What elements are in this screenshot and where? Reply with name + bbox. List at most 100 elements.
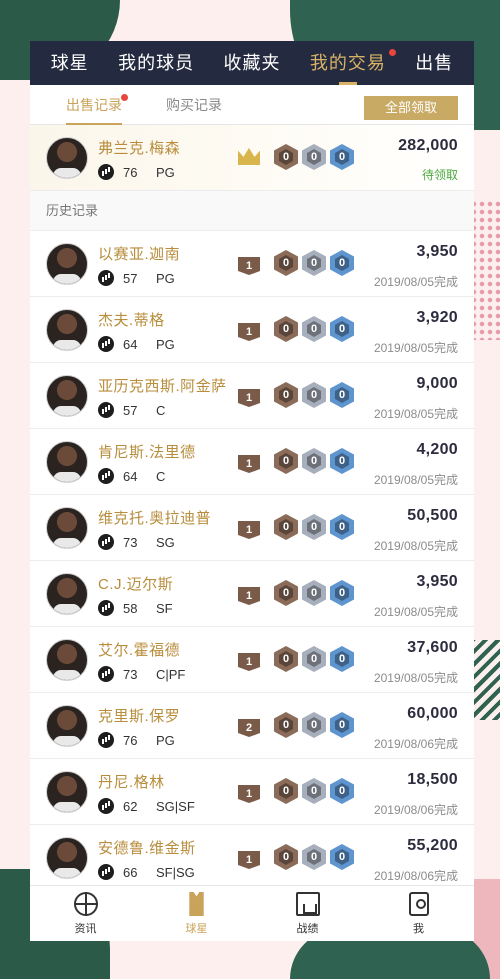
nav-record[interactable]: 战绩	[268, 886, 348, 941]
history-row[interactable]: 丹尼.格林 62 SG|SF 1 0 0 0 18,500 2019/08/06完成	[30, 759, 474, 825]
sale-price: 60,000	[407, 705, 458, 722]
tier-badge: 1	[238, 521, 260, 539]
history-row[interactable]: 肯尼斯.法里德 64 C 1 0 0 0 4,200 2019/08/05完成	[30, 429, 474, 495]
player-avatar	[46, 375, 88, 417]
player-position: SF|SG	[156, 865, 195, 880]
collect-status[interactable]: 待领取	[422, 166, 458, 183]
sale-price: 9,000	[416, 375, 458, 392]
player-avatar	[46, 243, 88, 285]
player-avatar	[46, 705, 88, 747]
player-rating: 66	[123, 865, 138, 880]
history-row[interactable]: C.J.迈尔斯 58 SF 1 0 0 0 3,950 2019/08/05完成	[30, 561, 474, 627]
history-row[interactable]: 亚历克西斯.阿金萨 57 C 1 0 0 0 9,000 2019/08/05完成	[30, 363, 474, 429]
history-row[interactable]: 克里斯.保罗 76 PG 2 0 0 0 60,000 2019/08/06完成	[30, 693, 474, 759]
tier-badge: 1	[238, 587, 260, 605]
nav-news[interactable]: 资讯	[46, 886, 126, 941]
silver-hex-icon: 0	[302, 778, 326, 804]
rating-icon	[98, 534, 114, 550]
nav-stars[interactable]: 球星	[157, 886, 237, 941]
player-position: C	[156, 469, 166, 484]
bottom-navigation: 资讯 球星 战绩 我	[30, 885, 474, 941]
current-sale-row[interactable]: 弗兰克.梅森 76 PG 0 0 0 282,000 待领取	[30, 125, 474, 191]
player-avatar	[46, 137, 88, 179]
completion-date: 2019/08/06完成	[373, 737, 458, 751]
history-row[interactable]: 杰夫.蒂格 64 PG 1 0 0 0 3,920 2019/08/05完成	[30, 297, 474, 363]
rating-icon	[98, 600, 114, 616]
tab-favorites[interactable]: 收藏夹	[219, 41, 284, 85]
collect-all-button[interactable]: 全部领取	[364, 96, 458, 120]
sub-tab-bar: 出售记录 购买记录 全部领取	[30, 85, 474, 125]
jersey-icon	[189, 892, 204, 916]
blue-hex-icon: 0	[330, 382, 354, 408]
blue-hex-icon: 0	[330, 844, 354, 870]
basketball-icon	[73, 892, 98, 916]
blue-hex-icon: 0	[330, 646, 354, 672]
player-rating: 76	[123, 733, 138, 748]
player-position: SF	[156, 601, 173, 616]
player-name: 亚历克西斯.阿金萨	[98, 378, 227, 395]
bronze-hex-icon: 0	[274, 448, 298, 474]
tier-badge: 1	[238, 455, 260, 473]
history-list[interactable]: 以赛亚.迦南 57 PG 1 0 0 0 3,950 2019/08/05完成 杰夫.蒂格 64 PG…	[30, 231, 474, 884]
sale-price: 282,000	[398, 137, 458, 154]
bronze-hex-icon: 0	[274, 580, 298, 606]
player-name: 肯尼斯.法里德	[98, 444, 196, 461]
player-avatar	[46, 309, 88, 351]
profile-card-icon	[408, 892, 429, 916]
tier-badge: 2	[238, 719, 260, 737]
blue-hex-icon: 0	[330, 580, 354, 606]
blue-hex-icon: 0	[330, 250, 354, 276]
tab-my-players[interactable]: 我的球员	[114, 41, 198, 85]
completion-date: 2019/08/05完成	[373, 671, 458, 685]
player-name: 丹尼.格林	[98, 774, 165, 791]
completion-date: 2019/08/06完成	[373, 869, 458, 883]
player-position: PG	[156, 165, 175, 180]
player-rating: 58	[123, 601, 138, 616]
silver-hex-icon: 0	[302, 844, 326, 870]
sale-price: 37,600	[407, 639, 458, 656]
completion-date: 2019/08/06完成	[373, 803, 458, 817]
player-name: 安德鲁.维金斯	[98, 840, 196, 857]
sale-price: 3,950	[416, 243, 458, 260]
player-rating: 73	[123, 667, 138, 682]
rating-icon	[98, 864, 114, 880]
tier-badge: 1	[238, 323, 260, 341]
tab-sale-records[interactable]: 出售记录	[66, 85, 128, 125]
completion-date: 2019/08/05完成	[373, 275, 458, 289]
player-rating: 64	[123, 469, 138, 484]
player-avatar	[46, 771, 88, 813]
rating-icon	[98, 666, 114, 682]
blue-hex-icon: 0	[330, 144, 354, 170]
history-row[interactable]: 安德鲁.维金斯 66 SF|SG 1 0 0 0 55,200 2019/08/06完成	[30, 825, 474, 884]
blue-hex-icon: 0	[330, 316, 354, 342]
bronze-hex-icon: 0	[274, 250, 298, 276]
tab-my-trades[interactable]: 我的交易	[306, 41, 396, 85]
tab-sell[interactable]: 出售	[411, 41, 457, 85]
player-rating: 57	[123, 271, 138, 286]
player-rating: 57	[123, 403, 138, 418]
player-name: 克里斯.保罗	[98, 708, 181, 725]
blue-hex-icon: 0	[330, 712, 354, 738]
rating-icon	[98, 164, 114, 180]
player-position: SG|SF	[156, 799, 195, 814]
tab-purchase-records[interactable]: 购买记录	[166, 85, 222, 125]
history-row[interactable]: 维克托.奥拉迪普 73 SG 1 0 0 0 50,500 2019/08/05完成	[30, 495, 474, 561]
silver-hex-icon: 0	[302, 250, 326, 276]
bronze-hex-icon: 0	[274, 712, 298, 738]
player-position: PG	[156, 271, 175, 286]
bronze-hex-icon: 0	[274, 646, 298, 672]
nav-me[interactable]: 我	[379, 886, 459, 941]
rating-icon	[98, 798, 114, 814]
history-row[interactable]: 以赛亚.迦南 57 PG 1 0 0 0 3,950 2019/08/05完成	[30, 231, 474, 297]
silver-hex-icon: 0	[302, 448, 326, 474]
tab-stars[interactable]: 球星	[47, 41, 93, 85]
player-position: C	[156, 403, 166, 418]
blue-hex-icon: 0	[330, 514, 354, 540]
tier-badge: 1	[238, 257, 260, 275]
player-avatar	[46, 837, 88, 879]
history-row[interactable]: 艾尔.霍福德 73 C|PF 1 0 0 0 37,600 2019/08/05完成	[30, 627, 474, 693]
silver-hex-icon: 0	[302, 646, 326, 672]
player-rating: 62	[123, 799, 138, 814]
blue-hex-icon: 0	[330, 448, 354, 474]
player-rating: 64	[123, 337, 138, 352]
